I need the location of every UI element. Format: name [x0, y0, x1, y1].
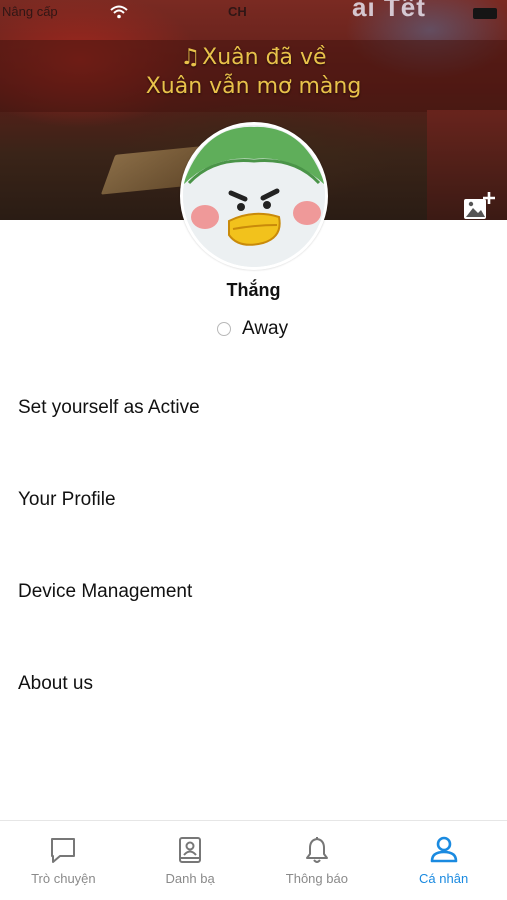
cover-lyric-text1: Xuân đã về [202, 45, 327, 70]
presence-label: Away [242, 318, 289, 339]
contact-book-icon [179, 837, 202, 863]
tab-contacts[interactable]: Danh bạ [127, 821, 254, 900]
battery-icon [473, 8, 497, 19]
bell-icon [305, 837, 328, 863]
cover-lyric-line2: Xuân vẫn mơ màng [145, 74, 362, 99]
duck-avatar-icon [183, 125, 325, 267]
person-icon [430, 836, 457, 863]
profile-name: Thắng [226, 280, 281, 300]
tab-personal-label: Cá nhân [419, 871, 469, 886]
tab-notifications[interactable]: Thông báo [254, 821, 381, 900]
menu-item-set-active[interactable]: Set yourself as Active [0, 362, 507, 454]
tab-personal[interactable]: Cá nhân [380, 821, 507, 900]
clock-label: CH [228, 4, 247, 19]
avatar[interactable] [180, 122, 328, 270]
tab-chats[interactable]: Trò chuyện [0, 821, 127, 900]
tab-chats-label: Trò chuyện [31, 871, 96, 886]
menu-item-device-management[interactable]: Device Management [0, 546, 507, 638]
menu-item-your-profile[interactable]: Your Profile [0, 454, 507, 546]
add-cover-photo-icon[interactable] [462, 190, 496, 222]
settings-menu: Set yourself as Active Your Profile Devi… [0, 362, 507, 730]
tab-notifications-label: Thông báo [285, 871, 348, 886]
carrier-label: Nâng cấp [2, 4, 58, 19]
chat-bubble-icon [51, 838, 76, 863]
cover-lyric-line1: ♫Xuân đã về [0, 45, 507, 70]
status-bar: Nâng cấp CH [0, 0, 507, 26]
wifi-icon [110, 5, 128, 19]
music-note-icon: ♫ [180, 45, 201, 70]
tab-contacts-label: Danh bạ [165, 871, 215, 886]
presence-status: Away [217, 316, 288, 342]
menu-item-about-us[interactable]: About us [0, 638, 507, 730]
bottom-nav: Trò chuyện Danh bạ Thông báo Cá nhân [0, 820, 507, 900]
presence-dot-icon [217, 322, 231, 336]
